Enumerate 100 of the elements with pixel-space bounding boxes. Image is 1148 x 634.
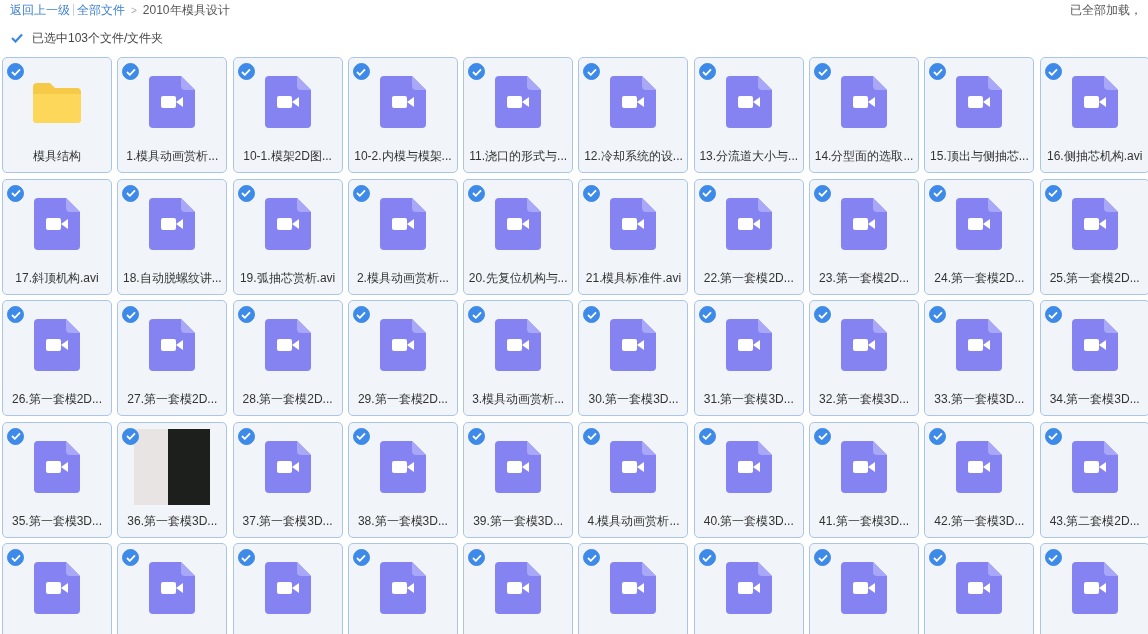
checked-icon[interactable] (583, 427, 601, 445)
checked-icon[interactable] (7, 63, 24, 80)
file-tile[interactable] (693, 543, 804, 634)
checked-icon[interactable] (122, 549, 140, 566)
file-tile[interactable]: 21.模具标准件.avi (578, 178, 689, 295)
checked-icon[interactable] (929, 549, 947, 566)
checked-icon[interactable] (698, 63, 716, 80)
file-tile[interactable]: 14.分型面的选取... (809, 57, 920, 173)
checked-icon[interactable] (698, 549, 716, 566)
checked-icon[interactable] (468, 63, 486, 80)
checked-icon[interactable] (1044, 63, 1062, 80)
file-tile[interactable]: 43.第二套模2D... (1039, 421, 1148, 538)
file-tile[interactable]: 27.第一套模2D... (117, 300, 228, 416)
file-tile[interactable]: 10-1.模架2D图... (232, 57, 343, 173)
file-tile[interactable] (463, 543, 574, 634)
file-tile[interactable]: 40.第一套模3D... (693, 421, 804, 538)
file-tile[interactable]: 30.第一套模3D... (578, 300, 689, 416)
checked-icon[interactable] (7, 549, 24, 566)
checked-icon[interactable] (468, 549, 486, 566)
file-tile[interactable]: 36.第一套模3D... (117, 421, 228, 538)
checked-icon[interactable] (122, 306, 140, 323)
file-tile[interactable]: 13.分流道大小与... (693, 57, 804, 173)
checked-icon[interactable] (352, 184, 370, 202)
file-tile[interactable] (117, 543, 228, 634)
checked-icon[interactable] (122, 184, 140, 202)
checked-icon[interactable] (352, 306, 370, 323)
file-tile[interactable]: 10-2.内模与模架... (347, 57, 458, 173)
checked-icon[interactable] (698, 306, 716, 323)
checked-icon[interactable] (352, 427, 370, 445)
checked-icon[interactable] (583, 549, 601, 566)
checked-icon[interactable] (237, 549, 255, 566)
file-tile[interactable]: 17.斜顶机构.avi (2, 178, 112, 295)
checked-icon[interactable] (1044, 306, 1062, 323)
checked-icon[interactable] (1044, 184, 1062, 202)
checked-icon[interactable] (468, 306, 486, 323)
file-tile[interactable]: 22.第一套模2D... (693, 178, 804, 295)
file-tile[interactable] (924, 543, 1035, 634)
checked-icon[interactable] (583, 306, 601, 323)
checked-icon[interactable] (237, 184, 255, 202)
checked-icon[interactable] (929, 184, 947, 202)
file-tile[interactable]: 4.模具动画赏析... (578, 421, 689, 538)
checked-icon[interactable] (929, 427, 947, 445)
file-tile[interactable]: 19.弧抽芯赏析.avi (232, 178, 343, 295)
file-tile[interactable] (578, 543, 689, 634)
checked-icon[interactable] (814, 549, 832, 566)
file-tile[interactable]: 39.第一套模3D... (463, 421, 574, 538)
checked-icon[interactable] (352, 549, 370, 566)
checked-icon[interactable] (7, 184, 24, 202)
file-tile[interactable] (2, 543, 112, 634)
file-tile[interactable]: 32.第一套模3D... (809, 300, 920, 416)
file-tile[interactable]: 33.第一套模3D... (924, 300, 1035, 416)
checked-icon[interactable] (698, 184, 716, 202)
file-tile[interactable] (809, 543, 920, 634)
file-tile[interactable]: 25.第一套模2D... (1039, 178, 1148, 295)
checked-icon[interactable] (929, 63, 947, 80)
checked-icon[interactable] (352, 63, 370, 80)
file-tile[interactable]: 23.第一套模2D... (809, 178, 920, 295)
checked-icon[interactable] (814, 184, 832, 202)
checked-icon[interactable] (698, 427, 716, 445)
file-tile[interactable]: 42.第一套模3D... (924, 421, 1035, 538)
file-tile[interactable]: 16.侧抽芯机构.avi (1039, 57, 1148, 173)
file-tile[interactable]: 26.第一套模2D... (2, 300, 112, 416)
select-all-checkbox[interactable] (11, 32, 23, 44)
checked-icon[interactable] (237, 427, 255, 445)
file-tile[interactable]: 41.第一套模3D... (809, 421, 920, 538)
file-tile[interactable]: 2.模具动画赏析... (347, 178, 458, 295)
checked-icon[interactable] (1044, 427, 1062, 445)
file-tile[interactable]: 31.第一套模3D... (693, 300, 804, 416)
file-tile[interactable]: 20.先复位机构与... (463, 178, 574, 295)
checked-icon[interactable] (7, 427, 24, 445)
checked-icon[interactable] (929, 306, 947, 323)
all-files-link[interactable]: 全部文件 (77, 1, 125, 19)
file-tile[interactable]: 12.冷却系统的设... (578, 57, 689, 173)
checked-icon[interactable] (468, 427, 486, 445)
checked-icon[interactable] (468, 184, 486, 202)
file-tile[interactable]: 24.第一套模2D... (924, 178, 1035, 295)
checked-icon[interactable] (7, 306, 24, 323)
checked-icon[interactable] (814, 306, 832, 323)
checked-icon[interactable] (814, 427, 832, 445)
file-tile[interactable]: 35.第一套模3D... (2, 421, 112, 538)
file-tile[interactable] (232, 543, 343, 634)
back-link[interactable]: 返回上一级 (10, 1, 70, 19)
checked-icon[interactable] (1044, 549, 1062, 566)
file-tile[interactable]: 模具结构 (2, 57, 112, 173)
checked-icon[interactable] (122, 63, 140, 80)
file-tile[interactable]: 1.模具动画赏析... (117, 57, 228, 173)
file-tile[interactable]: 28.第一套模2D... (232, 300, 343, 416)
file-tile[interactable] (1039, 543, 1148, 634)
checked-icon[interactable] (583, 63, 601, 80)
checked-icon[interactable] (814, 63, 832, 80)
file-tile[interactable]: 38.第一套模3D... (347, 421, 458, 538)
file-tile[interactable]: 11.浇口的形式与... (463, 57, 574, 173)
checked-icon[interactable] (583, 184, 601, 202)
file-tile[interactable]: 37.第一套模3D... (232, 421, 343, 538)
checked-icon[interactable] (122, 427, 140, 445)
file-tile[interactable]: 15.顶出与侧抽芯... (924, 57, 1035, 173)
file-tile[interactable]: 29.第一套模2D... (347, 300, 458, 416)
checked-icon[interactable] (237, 306, 255, 323)
file-tile[interactable]: 3.模具动画赏析... (463, 300, 574, 416)
file-tile[interactable] (347, 543, 458, 634)
